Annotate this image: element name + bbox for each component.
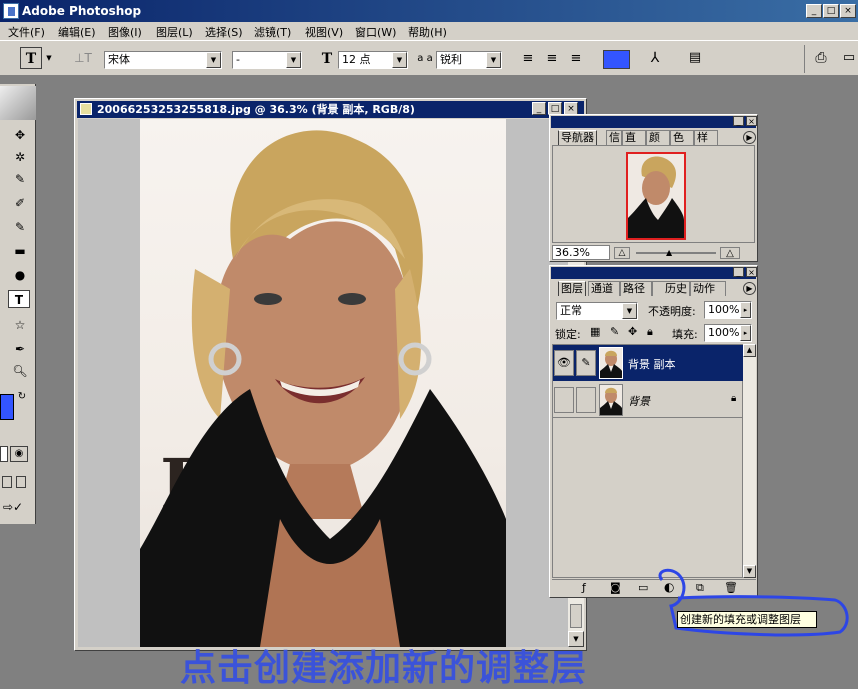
tooltip: 创建新的填充或调整图层	[677, 611, 817, 628]
instruction-caption: 点击创建添加新的调整层	[180, 647, 588, 689]
annotation-overlay	[658, 568, 849, 637]
